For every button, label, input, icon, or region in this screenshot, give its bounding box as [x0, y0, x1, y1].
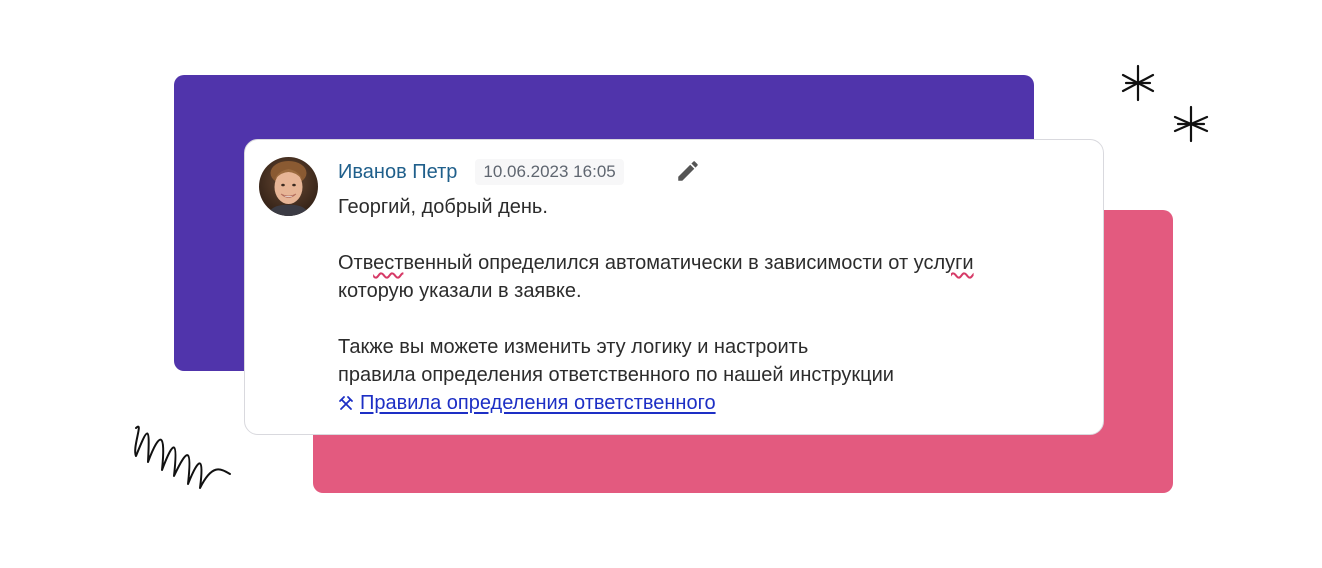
sparkle-icon [1121, 64, 1155, 102]
hammer-pick-icon [339, 396, 353, 410]
spell-check-mark[interactable]: ест [373, 252, 403, 274]
comment-header: Иванов Петр 10.06.2023 16:05 [338, 158, 624, 186]
paragraph-1: Отвественный определился автоматически в… [338, 249, 1118, 305]
edit-comment-button[interactable] [675, 158, 701, 184]
text-fragment: венный определился автоматически в завис… [403, 252, 946, 274]
rules-link[interactable]: Правила определения ответственного [338, 389, 716, 417]
comment-timestamp: 10.06.2023 16:05 [475, 159, 624, 185]
comment-card: Иванов Петр 10.06.2023 16:05 Георгий, до… [244, 139, 1104, 435]
paragraph-2: Также вы можете изменить эту логику и на… [338, 333, 1118, 389]
text-fragment: Отв [338, 252, 374, 274]
rules-link-label[interactable]: Правила определения ответственного [360, 389, 716, 417]
text-fragment: Также вы можете изменить эту логику и на… [338, 336, 809, 358]
greeting-text: Георгий, добрый день. [338, 196, 548, 218]
user-avatar[interactable] [259, 157, 318, 216]
text-fragment: правила определения ответственного по на… [338, 364, 894, 386]
text-fragment: котор [338, 280, 389, 302]
squiggle-doodle-icon [134, 425, 231, 489]
spell-check-mark[interactable]: уги [945, 252, 973, 274]
text-fragment: ую указали в заявке. [388, 280, 582, 302]
author-name[interactable]: Иванов Петр [338, 161, 457, 184]
sparkle-icon [1173, 105, 1209, 143]
comment-body: Георгий, добрый день. Отвественный опред… [338, 193, 1118, 419]
pencil-icon [678, 161, 698, 181]
